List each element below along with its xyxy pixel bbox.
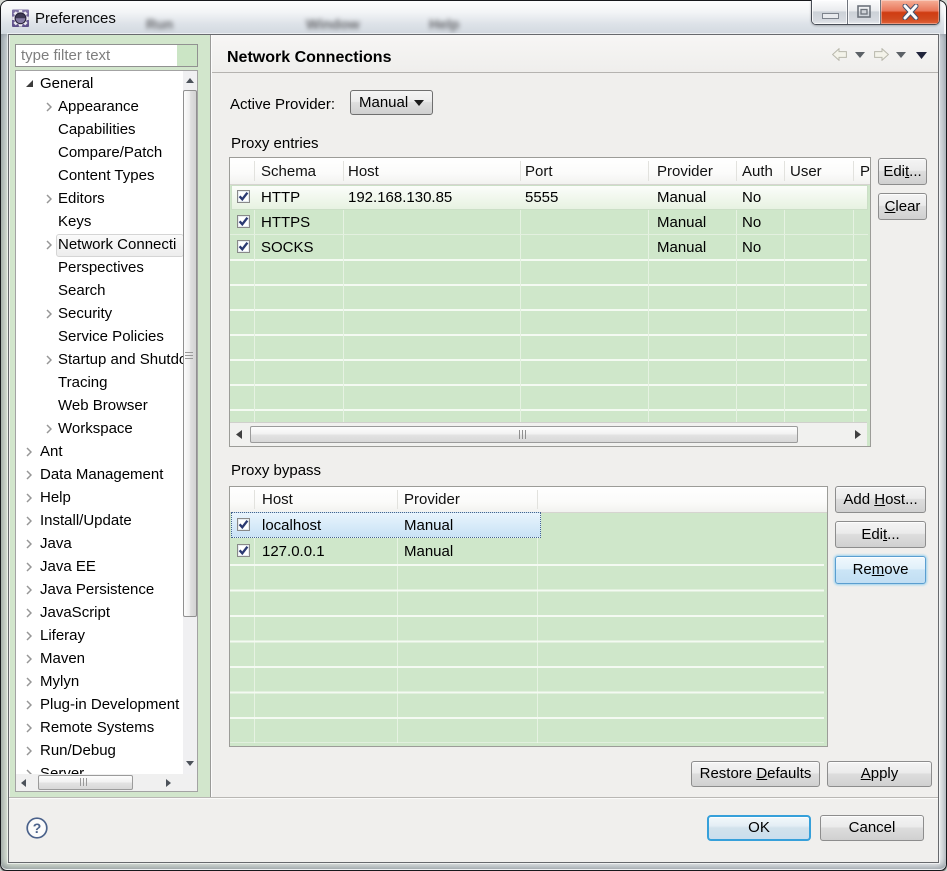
svg-text:?: ? bbox=[33, 820, 42, 836]
